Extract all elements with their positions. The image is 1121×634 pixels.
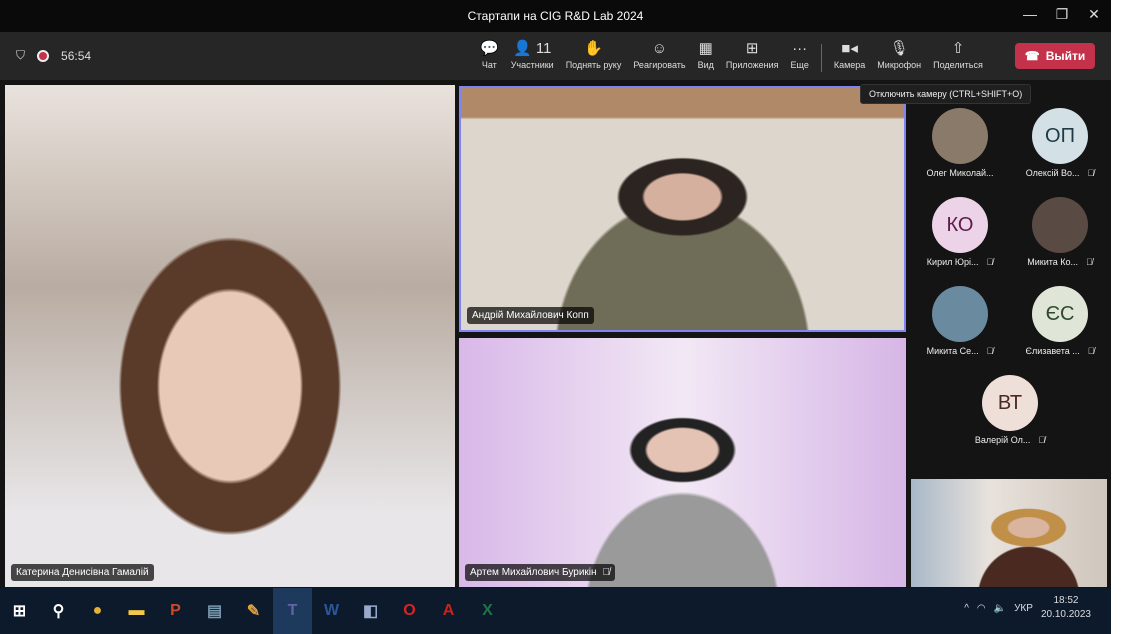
- microphone-icon: 🎙: [889, 40, 909, 57]
- avatar: ЄС: [1032, 286, 1088, 342]
- leave-button[interactable]: ☎ Выйти: [1015, 43, 1095, 69]
- avatar: [932, 108, 988, 164]
- maximize-button[interactable]: ❐: [1052, 6, 1072, 23]
- volume-icon[interactable]: 🔈: [994, 603, 1006, 614]
- camera-button[interactable]: ■◂ Камера: [828, 38, 871, 78]
- participant[interactable]: ОП Олексій Во... 🎙̸: [1010, 100, 1110, 178]
- participant-name: Валерій Ол...: [974, 435, 1031, 445]
- chrome-icon[interactable]: ●: [78, 588, 117, 634]
- raise-hand-icon: ✋: [584, 40, 603, 57]
- mic-off-icon: 🎙̸: [986, 346, 994, 356]
- divider: [820, 44, 822, 72]
- close-button[interactable]: ✕: [1084, 6, 1104, 23]
- notes-icon[interactable]: ◧: [351, 588, 390, 634]
- chevron-up-icon[interactable]: ^: [964, 603, 969, 614]
- mic-off-icon: 🎙̸: [602, 567, 611, 578]
- participant[interactable]: КО Кирил Юрі... 🎙̸: [910, 189, 1010, 267]
- participant-name: Катерина Денисівна Гамалій: [16, 567, 149, 578]
- windows-taskbar: ⊞ ⚲ ● ▬ P ▤ ✎ T W ◧ O A X ^ ◠ 🔈 УКР 18:52 20.10.2023: [0, 588, 1111, 634]
- participant-name: Микита Се...: [926, 346, 979, 356]
- meeting-toolbar: ⛉ 56:54 💬 Чат 👤 11 Участники ✋ Поднять руку ☺ Р…: [0, 32, 1111, 80]
- camera-tooltip: Отключить камеру (CTRL+SHIFT+O): [860, 84, 1032, 104]
- mic-off-icon: 🎙̸: [1038, 435, 1046, 445]
- mic-off-icon: 🎙̸: [1086, 257, 1093, 267]
- avatar: ВТ: [982, 375, 1038, 431]
- video-tile[interactable]: Артем Михайлович Бурикін 🎙̸: [459, 338, 906, 587]
- participant[interactable]: ЄС Єлизавета ... 🎙̸: [1010, 278, 1110, 356]
- participant-name: Олег Миколай...: [926, 168, 994, 178]
- view-button[interactable]: ▦ Вид: [692, 38, 720, 78]
- share-button[interactable]: ⇧ Поделиться: [927, 38, 989, 78]
- raise-hand-button[interactable]: ✋ Поднять руку: [560, 38, 628, 78]
- phone-icon: ☎: [1024, 49, 1040, 63]
- participant-name: Артем Михайлович Бурикін: [470, 567, 597, 578]
- view-icon: ▦: [698, 40, 713, 57]
- participant-name: Єлизавета ...: [1025, 346, 1080, 356]
- powerpoint-icon[interactable]: P: [156, 588, 195, 634]
- avatar: ОП: [1032, 108, 1088, 164]
- clock[interactable]: 18:52 20.10.2023: [1041, 594, 1091, 622]
- language-indicator[interactable]: УКР: [1014, 603, 1033, 614]
- video-tile-active-speaker[interactable]: Андрій Михайлович Копп: [459, 86, 906, 332]
- share-icon: ⇧: [951, 40, 965, 57]
- self-view[interactable]: [911, 479, 1107, 587]
- people-icon: 👤 11: [512, 40, 552, 57]
- avatar: [1032, 197, 1088, 253]
- avatar: [932, 286, 988, 342]
- microphone-button[interactable]: 🎙 Микрофон: [871, 38, 927, 78]
- apps-button[interactable]: ⊞ Приложения: [720, 38, 785, 78]
- participant-name: Микита Ко...: [1027, 257, 1078, 267]
- chat-button[interactable]: 💬 Чат: [474, 38, 505, 78]
- explorer-icon[interactable]: ▬: [117, 588, 156, 634]
- participant[interactable]: Олег Миколай...: [910, 100, 1010, 178]
- paint-icon[interactable]: ✎: [234, 588, 273, 634]
- acrobat-icon[interactable]: A: [429, 588, 468, 634]
- mic-off-icon: 🎙̸: [1087, 346, 1095, 356]
- calculator-icon[interactable]: ▤: [195, 588, 234, 634]
- mic-off-icon: 🎙̸: [1087, 168, 1095, 178]
- excel-icon[interactable]: X: [468, 588, 507, 634]
- start-icon[interactable]: ⊞: [0, 588, 39, 634]
- teams-window: Стартапи на CIG R&D Lab 2024 — ❐ ✕ ⛉ 56:…: [0, 0, 1111, 588]
- avatar: КО: [932, 197, 988, 253]
- search-icon[interactable]: ⚲: [39, 588, 78, 634]
- shield-icon: ⛉: [16, 48, 26, 62]
- more-icon: ···: [792, 40, 808, 57]
- opera-icon[interactable]: O: [390, 588, 429, 634]
- word-icon[interactable]: W: [312, 588, 351, 634]
- recording-icon: [37, 49, 50, 62]
- title-bar: Стартапи на CIG R&D Lab 2024 — ❐ ✕: [0, 0, 1111, 32]
- participant[interactable]: Микита Ко... 🎙̸: [1010, 189, 1110, 267]
- people-button[interactable]: 👤 11 Участники: [505, 38, 560, 78]
- participant-name: Кирил Юрі...: [926, 257, 979, 267]
- participant-name: Андрій Михайлович Копп: [472, 310, 589, 321]
- window-title: Стартапи на CIG R&D Lab 2024: [467, 9, 644, 23]
- participant[interactable]: Микита Се... 🎙̸: [910, 278, 1010, 356]
- react-icon: ☺: [651, 40, 668, 57]
- meeting-timer: 56:54: [61, 48, 92, 63]
- minimize-button[interactable]: —: [1020, 6, 1040, 22]
- teams-icon[interactable]: T: [273, 588, 312, 634]
- chat-icon: 💬: [480, 40, 499, 57]
- video-tile[interactable]: Катерина Денисівна Гамалій: [5, 85, 455, 587]
- more-button[interactable]: ··· Еще: [785, 38, 815, 78]
- participant[interactable]: ВТ Валерій Ол... 🎙̸: [960, 367, 1060, 445]
- participant-name: Олексій Во...: [1025, 168, 1080, 178]
- apps-icon: ⊞: [745, 40, 759, 57]
- mic-off-icon: 🎙̸: [986, 257, 994, 267]
- wifi-icon[interactable]: ◠: [977, 603, 986, 614]
- react-button[interactable]: ☺ Реагировать: [627, 38, 691, 78]
- camera-icon: ■◂: [841, 40, 858, 57]
